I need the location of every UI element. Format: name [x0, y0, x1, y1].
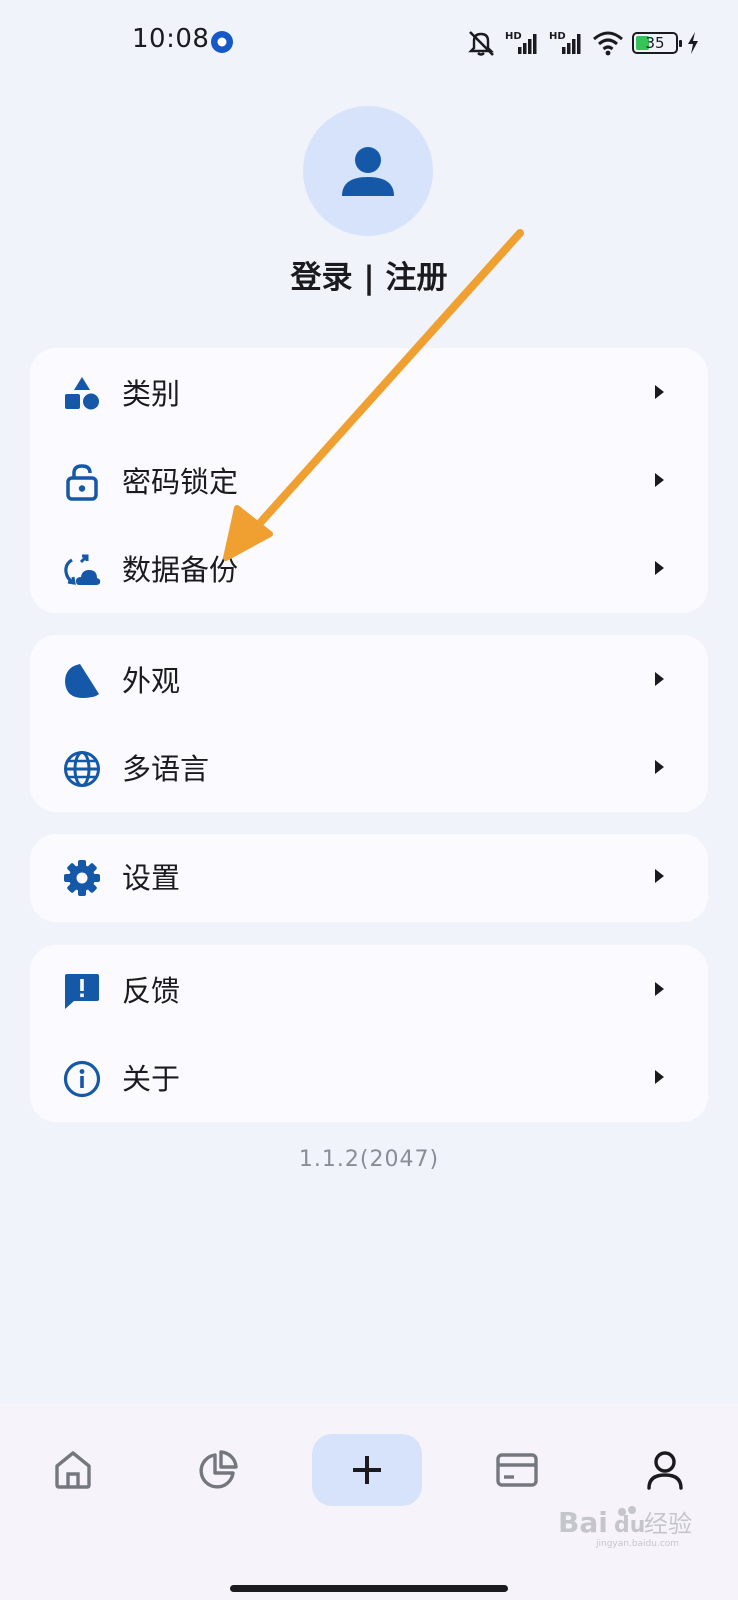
hd-signal-icon: HD	[505, 31, 537, 54]
pie-chart-icon	[199, 1450, 238, 1489]
wifi-icon	[593, 31, 623, 56]
home-icon	[55, 1451, 91, 1489]
menu-item-about[interactable]: 关于	[30, 1035, 708, 1123]
nav-add-button[interactable]	[312, 1434, 422, 1506]
lock-open-icon	[62, 462, 102, 502]
status-bar: 10:08 HD HD 35	[0, 0, 738, 84]
chevron-right-icon	[655, 1070, 664, 1084]
chevron-right-icon	[655, 760, 664, 774]
app-version: 1.1.2(2047)	[298, 1147, 440, 1172]
baidu-watermark-logo: Bai du 经验 jingyan.baidu.com	[558, 1506, 692, 1548]
svg-text:Bai: Bai	[558, 1506, 608, 1539]
chevron-right-icon	[655, 473, 664, 487]
feedback-icon	[62, 971, 102, 1011]
card-icon	[496, 1453, 538, 1487]
home-indicator[interactable]	[230, 1585, 508, 1592]
globe-icon	[62, 749, 102, 789]
chevron-right-icon	[655, 869, 664, 883]
menu-item-label: 密码锁定	[122, 465, 239, 499]
add-icon	[353, 1456, 381, 1484]
category-shapes-icon	[62, 374, 102, 414]
battery-icon: 35	[632, 32, 682, 54]
menu-item-language[interactable]: 多语言	[30, 725, 708, 813]
cloud-sync-icon	[62, 550, 102, 590]
menu-item-category[interactable]: 类别	[30, 350, 708, 438]
avatar[interactable]	[303, 106, 433, 236]
menu-card-display: 外观 多语言	[30, 635, 708, 812]
battery-level: 35	[645, 34, 665, 52]
charging-icon	[688, 32, 698, 54]
chevron-right-icon	[655, 385, 664, 399]
menu-item-settings[interactable]: 设置	[30, 834, 708, 922]
chevron-right-icon	[655, 561, 664, 575]
menu-card-general: 类别 密码锁定 数据备份	[30, 348, 708, 613]
person-icon	[647, 1451, 683, 1490]
chevron-right-icon	[655, 982, 664, 996]
menu-item-label: 类别	[122, 377, 181, 411]
login-register-link[interactable]: 登录 | 注册	[0, 252, 738, 297]
nav-statistics[interactable]	[163, 1434, 273, 1506]
menu-item-label: 外观	[122, 664, 181, 698]
menu-item-password-lock[interactable]: 密码锁定	[30, 438, 708, 526]
nav-home[interactable]	[18, 1434, 128, 1506]
menu-item-data-backup[interactable]: 数据备份	[30, 526, 708, 614]
hd-label: HD	[549, 31, 566, 42]
menu-item-label: 数据备份	[122, 553, 239, 587]
mute-icon	[468, 31, 494, 56]
chevron-right-icon	[655, 672, 664, 686]
menu-item-label: 反馈	[122, 974, 181, 1008]
hd-signal-icon: HD	[549, 31, 581, 54]
menu-item-feedback[interactable]: 反馈	[30, 947, 708, 1035]
info-icon	[62, 1059, 102, 1099]
hd-label: HD	[505, 31, 522, 42]
status-time: 10:08	[132, 24, 210, 54]
svg-text:jingyan.baidu.com: jingyan.baidu.com	[595, 1539, 679, 1548]
status-icons: HD HD 35	[466, 26, 700, 60]
gear-icon	[62, 858, 102, 898]
app-notification-icon	[211, 31, 233, 53]
menu-card-support: 反馈 关于	[30, 945, 708, 1122]
menu-item-appearance[interactable]: 外观	[30, 637, 708, 725]
nav-accounts[interactable]	[462, 1434, 572, 1506]
svg-text:经验: 经验	[644, 1510, 692, 1538]
person-icon	[342, 147, 394, 196]
moon-icon	[62, 661, 102, 701]
menu-item-label: 多语言	[122, 752, 210, 786]
svg-text:du: du	[614, 1513, 645, 1538]
nav-profile[interactable]	[610, 1434, 720, 1506]
menu-item-label: 关于	[122, 1062, 181, 1096]
menu-item-label: 设置	[122, 861, 181, 895]
menu-card-settings: 设置	[30, 834, 708, 922]
